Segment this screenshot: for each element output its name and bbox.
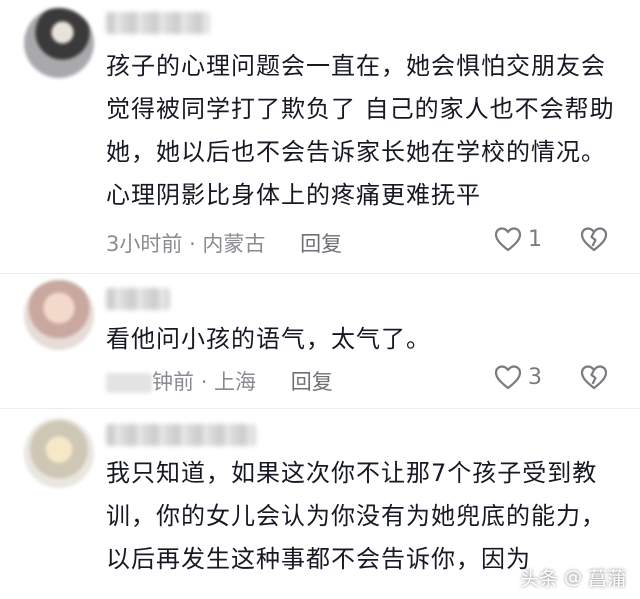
like-button[interactable]: 1 — [494, 226, 542, 252]
username[interactable] — [106, 12, 210, 34]
reply-button[interactable]: 回复 — [300, 232, 342, 256]
like-count: 1 — [528, 226, 542, 252]
divider — [0, 408, 640, 409]
username[interactable] — [106, 288, 170, 310]
like-button[interactable]: 3 — [494, 364, 542, 390]
watermark: 头条 @ 菖蒲 — [520, 564, 626, 591]
avatar[interactable] — [24, 280, 94, 350]
watermark-author: 菖蒲 — [587, 568, 626, 590]
username[interactable] — [106, 424, 256, 446]
comment-text: 孩子的心理问题会一直在，她会惧怕交朋友会觉得被同学打了欺负了 自己的家人也不会帮… — [106, 52, 615, 209]
comment-time: 钟前 — [152, 370, 194, 394]
divider — [0, 273, 640, 274]
comment-meta: 钟前 · 上海 回复 — [106, 366, 333, 396]
dislike-button[interactable] — [580, 364, 608, 394]
comment-location: 内蒙古 — [202, 232, 266, 256]
avatar[interactable] — [24, 418, 94, 488]
dislike-button[interactable] — [580, 226, 608, 256]
comment-location: 上海 — [214, 370, 257, 394]
broken-heart-icon — [580, 365, 608, 390]
like-count: 3 — [528, 364, 542, 390]
heart-outline-icon — [494, 365, 522, 390]
comment-text: 我只知道，如果这次你不让那7个孩子受到教训，你的女儿会认为你没有为她兜底的能力，… — [106, 459, 606, 573]
broken-heart-icon — [580, 227, 608, 252]
comment-text: 看他问小孩的语气，太气了。 — [106, 325, 431, 353]
comment-meta: 3小时前 · 内蒙古 回复 — [106, 232, 343, 256]
heart-outline-icon — [494, 227, 522, 252]
comment-time: 3小时前 — [106, 232, 183, 256]
watermark-brand: 头条 — [519, 568, 558, 590]
avatar[interactable] — [24, 8, 94, 78]
reply-button[interactable]: 回复 — [291, 370, 333, 394]
at-icon: @ — [563, 567, 582, 588]
